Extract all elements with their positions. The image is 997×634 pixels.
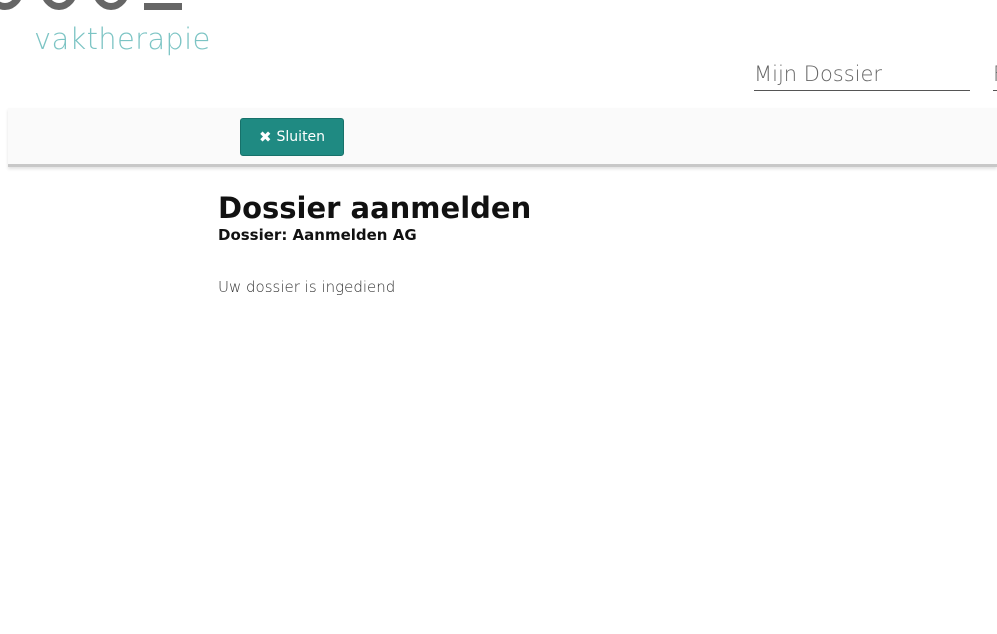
logo[interactable]: vaktherapie <box>0 0 240 70</box>
close-icon: ✖ <box>258 128 272 146</box>
main-content: Dossier aanmelden Dossier: Aanmelden AG … <box>218 190 918 296</box>
page-title: Dossier aanmelden <box>218 191 532 225</box>
toolbar: ✖ Sluiten <box>8 108 997 167</box>
header: vaktherapie Mijn Dossier F <box>0 0 997 106</box>
logo-text: vaktherapie <box>34 22 211 56</box>
nav-mijn-dossier[interactable]: Mijn Dossier <box>754 62 970 91</box>
page: vaktherapie Mijn Dossier F ✖ Sluiten Dos… <box>0 0 997 634</box>
page-subtitle: Dossier: Aanmelden AG <box>218 226 417 244</box>
status-message: Uw dossier is ingediend <box>218 278 396 296</box>
nav-item-next[interactable]: F <box>993 62 997 91</box>
logo-mark <box>0 0 200 16</box>
close-button-label: Sluiten <box>276 129 326 145</box>
close-button[interactable]: ✖ Sluiten <box>240 118 344 156</box>
